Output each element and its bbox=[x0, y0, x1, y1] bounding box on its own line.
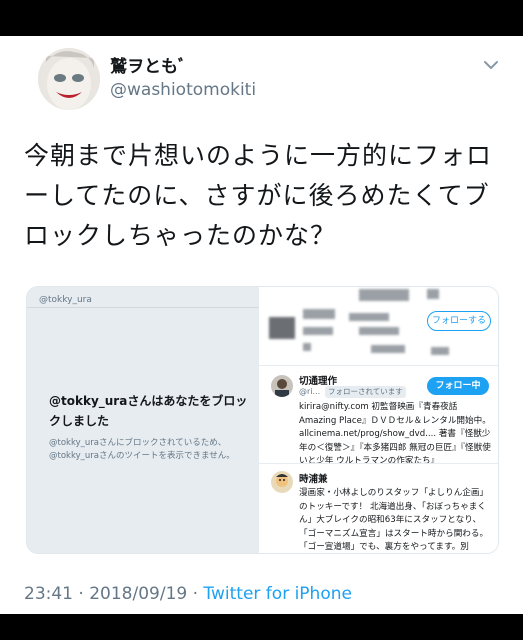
user-name[interactable]: 切通理作 bbox=[299, 373, 337, 387]
blocked-profile-handle: @tokky_ura bbox=[39, 295, 92, 305]
tweet-timestamp: 23:41 · 2018/09/19 · Twitter for iPhone bbox=[24, 584, 352, 604]
pixelated-name bbox=[427, 289, 439, 299]
pixelated-text bbox=[349, 313, 389, 321]
blocked-profile-pane: @tokky_ura @tokky_uraさんはあなたをブロックしました @to… bbox=[27, 287, 259, 553]
pixelated-text bbox=[431, 347, 449, 355]
tweet-source-link[interactable]: Twitter for iPhone bbox=[203, 584, 352, 604]
attached-image[interactable]: @tokky_ura @tokky_uraさんはあなたをブロックしました @to… bbox=[26, 286, 499, 554]
follows-you-badge: フォローされています bbox=[325, 386, 406, 398]
person-icon bbox=[271, 375, 293, 397]
chevron-down-icon[interactable] bbox=[482, 56, 500, 74]
pixelated-avatar bbox=[269, 317, 295, 339]
user-bio: kirira@nifty.com 初監督映画『青春夜話Amazing Place… bbox=[299, 402, 491, 466]
pixelated-text bbox=[303, 327, 333, 335]
divider bbox=[259, 463, 498, 464]
user-avatar[interactable] bbox=[271, 375, 293, 397]
separator-dot: · bbox=[78, 584, 84, 604]
joker-face-icon bbox=[38, 48, 100, 110]
user-bio: 漫画家・小林よしのりスタッフ「よしりん企画」のトッキーです！ 北海道出身、「おぼ… bbox=[299, 488, 489, 551]
tweet-time[interactable]: 23:41 bbox=[24, 584, 73, 604]
bottom-bar bbox=[0, 614, 523, 640]
pixelated-text bbox=[359, 327, 399, 335]
user-avatar[interactable] bbox=[271, 471, 293, 493]
status-bar bbox=[0, 0, 523, 36]
tweet-text: 今朝まで片想いのように一方的にフォローしてたのに、さすがに後ろめたくてブロックし… bbox=[24, 141, 493, 250]
divider bbox=[27, 307, 259, 308]
blocked-message-title: @tokky_uraさんはあなたをブロックしました bbox=[49, 394, 248, 428]
follow-button[interactable]: フォローする bbox=[427, 311, 491, 331]
following-button[interactable]: フォロー中 bbox=[427, 377, 489, 395]
pixelated-text bbox=[303, 309, 335, 319]
who-to-follow-pane: フォローする 切通理作 @ri... フォローされています フォロー中 kiri… bbox=[259, 287, 498, 553]
user-handle: @ri... bbox=[299, 387, 321, 396]
pixelated-text bbox=[303, 343, 311, 351]
person-icon bbox=[271, 471, 293, 493]
separator-dot: · bbox=[192, 584, 199, 604]
author-handle[interactable]: @washiotomokiti bbox=[110, 80, 256, 100]
author-avatar[interactable] bbox=[38, 48, 100, 110]
tweet-date[interactable]: 2018/09/19 bbox=[89, 584, 187, 604]
author-display-name[interactable]: 鷲ヲともﾞ bbox=[110, 52, 187, 77]
user-name[interactable]: 時浦兼 bbox=[299, 471, 328, 485]
pixelated-name bbox=[359, 289, 409, 301]
pixelated-text bbox=[371, 345, 405, 353]
divider bbox=[259, 365, 498, 366]
blocked-message-detail: @tokky_uraさんにブロックされているため、@tokky_uraさんのツイ… bbox=[49, 438, 235, 461]
